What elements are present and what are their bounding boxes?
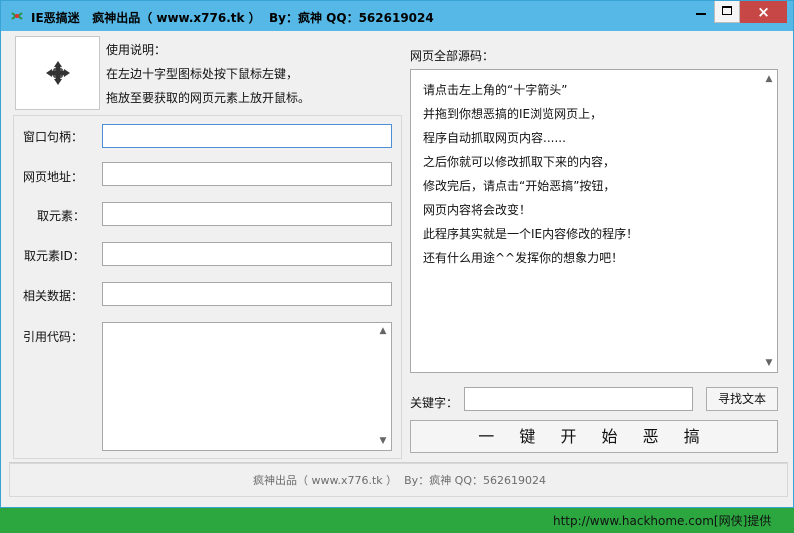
footer-panel: 疯神出品（ www.x776.tk ） By：疯神 QQ：562619024	[9, 463, 788, 497]
source-line: 网页内容将会改变！	[423, 203, 532, 217]
source-line: 此程序其实就是一个IE内容修改的程序！	[423, 227, 639, 241]
scroll-down-icon[interactable]: ▼	[378, 436, 388, 446]
source-scroll-down-icon[interactable]: ▼	[764, 358, 774, 368]
main-window: IE恶搞迷 疯神出品（ www.x776.tk ） By：疯神 QQ：56261…	[0, 0, 794, 508]
keyword-label: 关键字：	[410, 396, 459, 410]
start-prank-button[interactable]: 一 键 开 始 恶 搞	[410, 420, 778, 453]
instructions-heading: 使用说明：	[106, 43, 167, 57]
source-code-area[interactable]: 请点击左上角的“十字箭头” 并拖到你想恶搞的IE浏览网页上， 程序自动抓取网页内…	[410, 69, 778, 373]
maximize-button[interactable]	[714, 1, 740, 23]
bug-icon	[11, 12, 23, 20]
source-line: 修改完后，请点击“开始恶搞”按钮，	[423, 179, 616, 193]
cross-arrow-icon	[46, 61, 70, 85]
instructions-line2: 拖放至要获取的网页元素上放开鼠标。	[106, 91, 311, 105]
keyword-input[interactable]	[464, 387, 693, 411]
element-id-input[interactable]	[102, 242, 392, 266]
source-scroll-up-icon[interactable]: ▲	[764, 74, 774, 84]
window-handle-input[interactable]	[102, 124, 392, 148]
source-title: 网页全部源码：	[410, 49, 495, 63]
source-line: 请点击左上角的“十字箭头”	[423, 83, 568, 97]
close-button[interactable]: ×	[740, 1, 787, 23]
instructions-line1: 在左边十字型图标处按下鼠标左键，	[106, 67, 299, 81]
cross-drag-box[interactable]	[15, 36, 100, 110]
find-text-button[interactable]: 寻找文本	[706, 387, 778, 411]
web-address-input[interactable]	[102, 162, 392, 186]
related-data-input[interactable]	[102, 282, 392, 306]
title-bar[interactable]: IE恶搞迷 疯神出品（ www.x776.tk ） By：疯神 QQ：56261…	[1, 1, 793, 31]
close-icon: ×	[757, 3, 770, 21]
get-element-input[interactable]	[102, 202, 392, 226]
element-id-label: 取元素ID：	[24, 249, 85, 263]
reference-code-textarea[interactable]: ▲ ▼	[102, 322, 392, 451]
maximize-icon	[722, 6, 732, 15]
source-line: 之后你就可以修改抓取下来的内容，	[423, 155, 616, 169]
minimize-icon	[696, 13, 706, 15]
bottom-bar: http://www.hackhome.com[网侠]提供	[0, 508, 794, 533]
source-line: 程序自动抓取网页内容......	[423, 131, 566, 145]
footer-text: 疯神出品（ www.x776.tk ） By：疯神 QQ：562619024	[252, 474, 546, 487]
source-line: 还有什么用途^^发挥你的想象力吧！	[423, 251, 624, 265]
get-element-label: 取元素：	[37, 209, 86, 223]
window-title: IE恶搞迷 疯神出品（ www.x776.tk ） By：疯神 QQ：56261…	[31, 11, 434, 25]
minimize-button[interactable]	[688, 1, 714, 23]
source-line: 并拖到你想恶搞的IE浏览网页上，	[423, 107, 603, 121]
window-handle-label: 窗口句柄：	[23, 130, 84, 144]
web-address-label: 网页地址：	[23, 170, 84, 184]
hackhome-link[interactable]: http://www.hackhome.com[网侠]提供	[553, 512, 771, 529]
related-data-label: 相关数据：	[23, 289, 84, 303]
reference-code-label: 引用代码：	[23, 330, 84, 344]
scroll-up-icon[interactable]: ▲	[378, 326, 388, 336]
